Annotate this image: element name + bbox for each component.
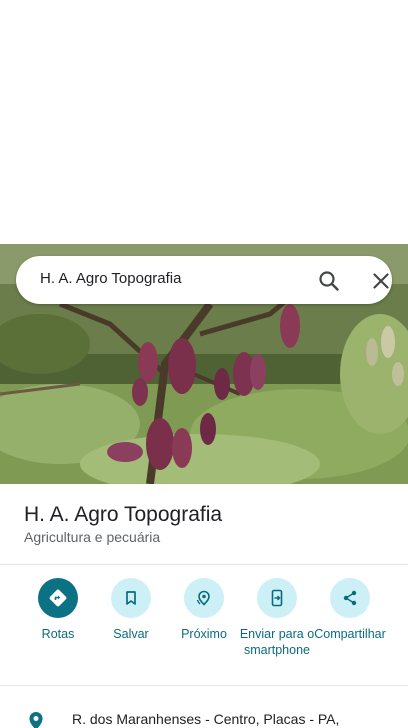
location-pin-icon [26,710,46,728]
share-icon [330,578,370,618]
search-icon[interactable] [316,268,342,294]
close-icon[interactable] [368,268,394,294]
directions-button[interactable]: Rotas [18,578,98,642]
map-area [0,0,408,244]
search-bar[interactable]: H. A. Agro Topografia [16,256,392,304]
share-button[interactable]: Compartilhar [310,578,390,642]
save-button[interactable]: Salvar [91,578,171,642]
divider [0,564,408,565]
directions-icon [38,578,78,618]
send-to-phone-label: Enviar para o smartphone [239,627,315,657]
address-row[interactable]: R. dos Maranhenses - Centro, Placas - PA… [0,700,408,728]
place-title: H. A. Agro Topografia [24,503,223,526]
bookmark-icon [111,578,151,618]
send-to-phone-button[interactable]: Enviar para o smartphone [237,578,317,658]
nearby-icon [184,578,224,618]
divider [0,685,408,686]
directions-label: Rotas [41,627,75,641]
nearby-button[interactable]: Próximo [164,578,244,642]
send-to-phone-icon [257,578,297,618]
nearby-label: Próximo [181,627,227,641]
address-text: R. dos Maranhenses - Centro, Placas - PA… [72,711,340,727]
place-category: Agricultura e pecuária [24,529,161,545]
save-label: Salvar [113,627,149,641]
search-input[interactable]: H. A. Agro Topografia [40,270,181,287]
share-label: Compartilhar [314,627,386,641]
